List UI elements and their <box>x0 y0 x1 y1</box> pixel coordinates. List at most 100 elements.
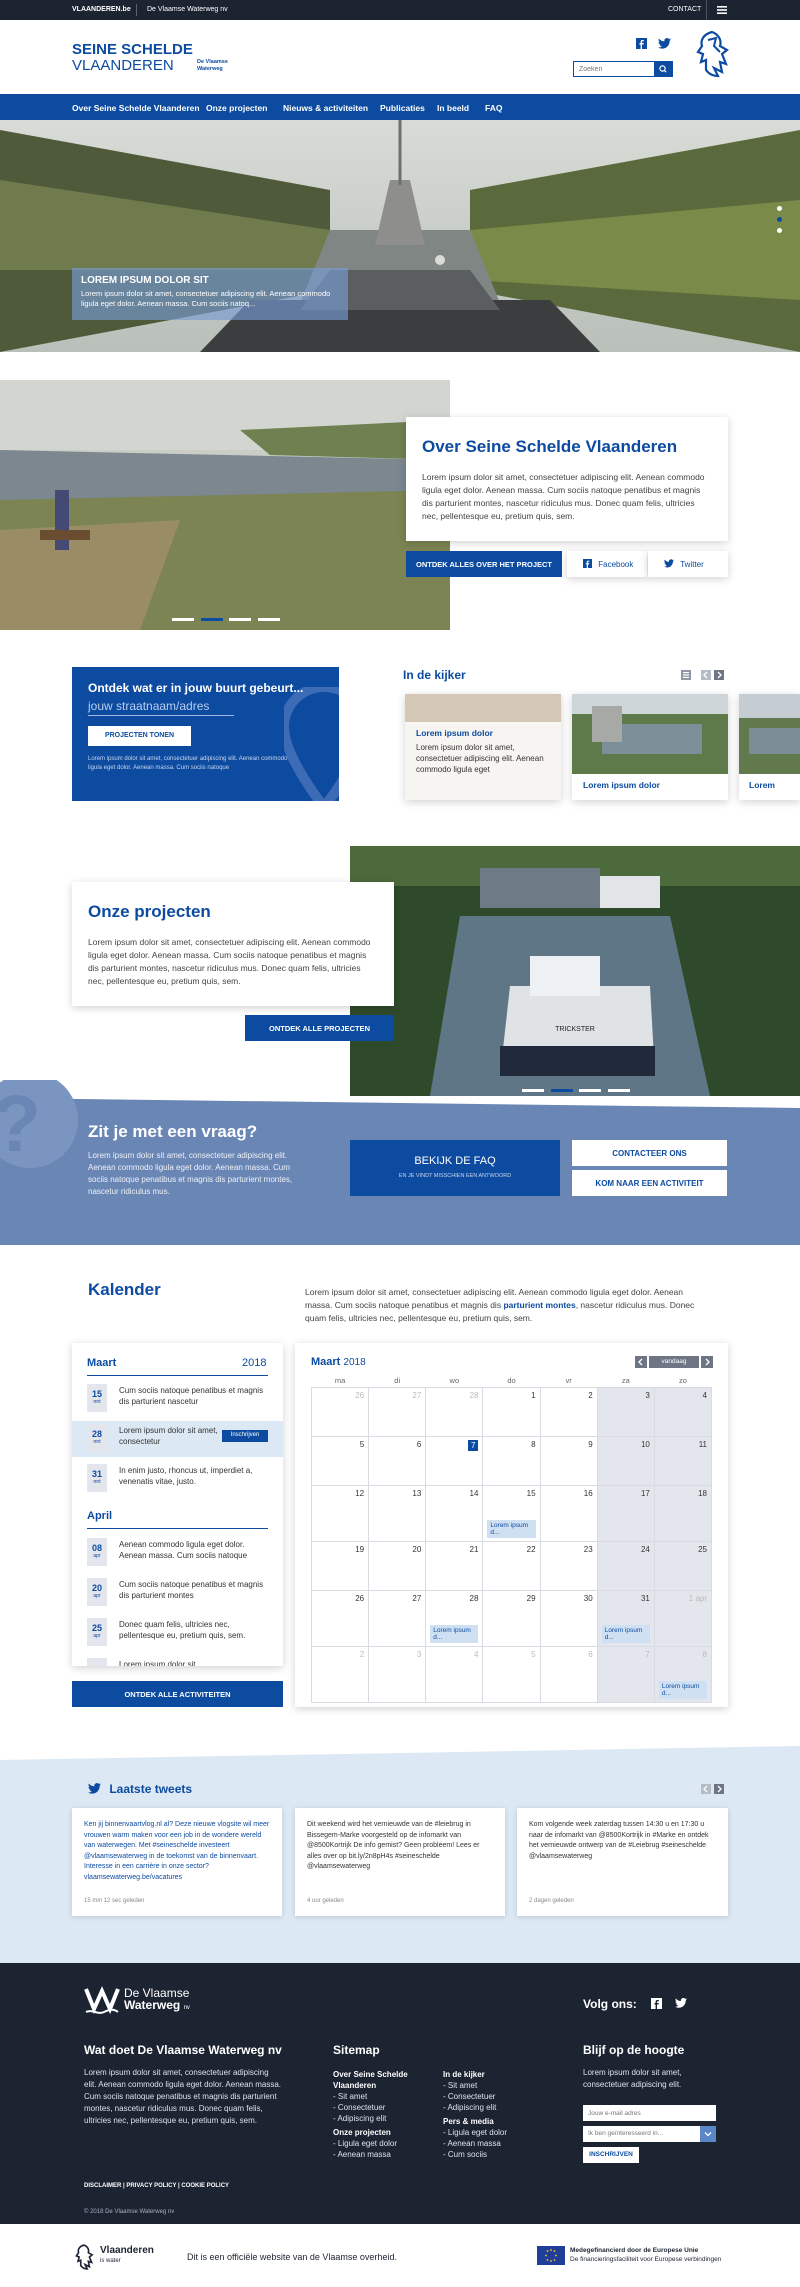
calendar-event[interactable]: Lorem ipsum d... <box>658 1681 707 1699</box>
sitemap-link[interactable]: - Aenean massa <box>333 2149 423 2160</box>
spotlight-card-3[interactable]: Lorem <box>739 694 800 800</box>
calendar-day[interactable]: 13 <box>368 1485 427 1542</box>
tweet-card[interactable]: Kom volgende week zaterdag tussen 14:30 … <box>517 1808 728 1916</box>
faq-button[interactable]: BEKIJK DE FAQ EN JE VINDT MISSCHIEN EEN … <box>350 1140 560 1196</box>
event-item[interactable]: 08 apr Aenean commodo ligula eget dolor. A… <box>72 1535 283 1571</box>
calendar-day[interactable]: 26 <box>310 1590 370 1647</box>
event-item[interactable]: 28 mrt Lorem ipsum dolor sit amet, consect… <box>72 1421 283 1457</box>
calendar-day[interactable]: 6 <box>368 1436 427 1486</box>
calendar-day[interactable]: 20 <box>368 1541 427 1591</box>
sitemap-link[interactable]: - Sit amet <box>333 2091 423 2102</box>
tweet-card[interactable]: Ken jij binnenvaartvlog.nl al? Deze nieu… <box>72 1808 282 1916</box>
spotlight-card-1[interactable]: Lorem ipsum dolor Lorem ipsum dolor sit … <box>405 694 561 800</box>
grid-view-icon[interactable] <box>681 670 691 680</box>
calendar-day[interactable]: 1 apr <box>653 1590 713 1647</box>
nav-item-publications[interactable]: Publicaties <box>380 94 425 113</box>
calendar-day[interactable]: 14 <box>425 1485 484 1542</box>
calendar-day[interactable]: 31 Lorem ipsum d... <box>596 1590 655 1647</box>
event-register-button[interactable]: Inschrijven <box>222 1430 268 1442</box>
nav-item-about[interactable]: Over Seine Schelde Vlaanderen <box>72 94 200 113</box>
tweet-card[interactable]: Dit weekend wird het vernieuwde van de #… <box>295 1808 505 1916</box>
sitemap-link[interactable]: - Adipiscing elit <box>333 2113 423 2124</box>
calendar-day[interactable]: 5 <box>310 1436 370 1486</box>
calendar-day[interactable]: 28 Lorem ipsum d... <box>425 1590 484 1647</box>
all-activities-button[interactable]: ONTDEK ALLE ACTIVITEITEN <box>72 1681 283 1707</box>
interest-select[interactable]: Ik ben geïnteresseerd in... <box>583 2126 716 2142</box>
calendar-day[interactable]: 7 <box>596 1646 655 1703</box>
calendar-day[interactable]: 16 <box>539 1485 598 1542</box>
sitemap-link[interactable]: - Aenean massa <box>443 2138 533 2149</box>
calendar-day[interactable]: 8 Lorem ipsum d... <box>653 1646 713 1703</box>
calendar-day[interactable]: 15 Lorem ipsum d... <box>482 1485 541 1542</box>
activity-button[interactable]: KOM NAAR EEN ACTIVITEIT <box>572 1170 727 1196</box>
slide-dash[interactable] <box>229 618 252 621</box>
calendar-day[interactable]: 2 <box>539 1387 598 1437</box>
calendar-day[interactable]: 27 <box>368 1387 427 1437</box>
chevron-down-icon[interactable] <box>700 2126 716 2142</box>
sitemap-link[interactable]: - Ligula eget dolor <box>443 2127 533 2138</box>
calendar-day[interactable]: 9 <box>539 1436 598 1486</box>
nav-item-media[interactable]: In beeld <box>437 94 469 113</box>
search-input[interactable] <box>574 62 654 76</box>
next-arrow-icon[interactable] <box>714 670 724 680</box>
calendar-day[interactable]: 11 <box>653 1436 713 1486</box>
vlaanderen-link[interactable]: VLAANDEREN.be <box>72 6 131 13</box>
calendar-day[interactable]: 18 <box>653 1485 713 1542</box>
calendar-event[interactable]: Lorem ipsum d... <box>487 1520 536 1538</box>
address-input[interactable]: jouw straatnaam/adres <box>88 699 234 716</box>
menu-icon[interactable] <box>717 5 727 17</box>
calendar-day[interactable]: 26 <box>310 1387 370 1437</box>
prev-month-icon[interactable] <box>635 1356 647 1368</box>
subscribe-button[interactable]: INSCHRIJVEN <box>583 2147 639 2163</box>
calendar-day[interactable]: 2 <box>310 1646 370 1703</box>
calendar-day[interactable]: 5 <box>482 1646 541 1703</box>
facebook-icon[interactable] <box>636 38 647 51</box>
event-item[interactable]: 31 mrt In enim justo, rhoncus ut, imperdie… <box>72 1461 283 1497</box>
prev-arrow-icon[interactable] <box>701 1784 711 1794</box>
calendar-day[interactable]: 25 <box>653 1541 713 1591</box>
prev-arrow-icon[interactable] <box>701 670 711 680</box>
spotlight-card-2[interactable]: Lorem ipsum dolor <box>572 694 728 800</box>
nav-item-faq[interactable]: FAQ <box>485 94 502 113</box>
slide-dash[interactable] <box>172 618 194 621</box>
slide-dot[interactable] <box>777 228 782 233</box>
calendar-day[interactable]: 23 <box>539 1541 598 1591</box>
twitter-icon[interactable] <box>675 1997 687 2010</box>
slide-dot-active[interactable] <box>777 217 782 222</box>
calendar-event[interactable]: Lorem ipsum d... <box>430 1625 479 1643</box>
contact-button[interactable]: CONTACTEER ONS <box>572 1140 727 1166</box>
intro-highlight[interactable]: parturient montes <box>503 1300 575 1310</box>
calendar-day[interactable]: 1 <box>482 1387 541 1437</box>
calendar-day[interactable]: 6 <box>539 1646 598 1703</box>
sitemap-group[interactable]: Onze projecten <box>333 2127 423 2138</box>
event-item[interactable]: 25 apr Donec quam felis, ultricies nec, pe… <box>72 1615 283 1651</box>
about-cta-button[interactable]: ONTDEK ALLES OVER HET PROJECT <box>406 551 562 577</box>
newsletter-email-input[interactable] <box>583 2105 716 2121</box>
next-month-icon[interactable] <box>701 1356 713 1368</box>
twitter-icon[interactable] <box>658 38 671 51</box>
sitemap-link[interactable]: - Cum sociis <box>443 2149 533 2160</box>
sitemap-group[interactable]: In de kijker <box>443 2069 533 2080</box>
calendar-day[interactable]: 4 <box>425 1646 484 1703</box>
contact-link[interactable]: CONTACT <box>668 6 701 13</box>
today-button[interactable]: vandaag <box>649 1356 699 1368</box>
legal-links[interactable]: DISCLAIMER | PRIVACY POLICY | COOKIE POL… <box>84 2183 229 2189</box>
calendar-day[interactable]: 12 <box>310 1485 370 1542</box>
show-projects-button[interactable]: PROJECTEN TONEN <box>88 726 191 746</box>
slide-dash-active[interactable] <box>200 618 223 621</box>
twitter-share-button[interactable]: Twitter <box>648 551 728 577</box>
event-item[interactable]: Lorem ipsum dolor sit <box>72 1655 283 1666</box>
calendar-day[interactable]: 7 <box>425 1436 484 1486</box>
calendar-day[interactable]: 17 <box>596 1485 655 1542</box>
calendar-day[interactable]: 10 <box>596 1436 655 1486</box>
event-item[interactable]: 20 apr Cum sociis natoque penatibus et mag… <box>72 1575 283 1611</box>
footer-logo[interactable]: De Vlaamse Waterweg nv <box>84 1985 190 2017</box>
calendar-day[interactable]: 3 <box>368 1646 427 1703</box>
calendar-day[interactable]: 27 <box>368 1590 427 1647</box>
sitemap-link[interactable]: - Sit amet <box>443 2080 533 2091</box>
calendar-day[interactable]: 30 <box>539 1590 598 1647</box>
nav-item-news[interactable]: Nieuws & activiteiten <box>283 94 368 113</box>
calendar-day[interactable]: 3 <box>596 1387 655 1437</box>
slide-dot[interactable] <box>777 206 782 211</box>
site-logo[interactable]: SEINE SCHELDE VLAANDEREN <box>72 42 193 74</box>
